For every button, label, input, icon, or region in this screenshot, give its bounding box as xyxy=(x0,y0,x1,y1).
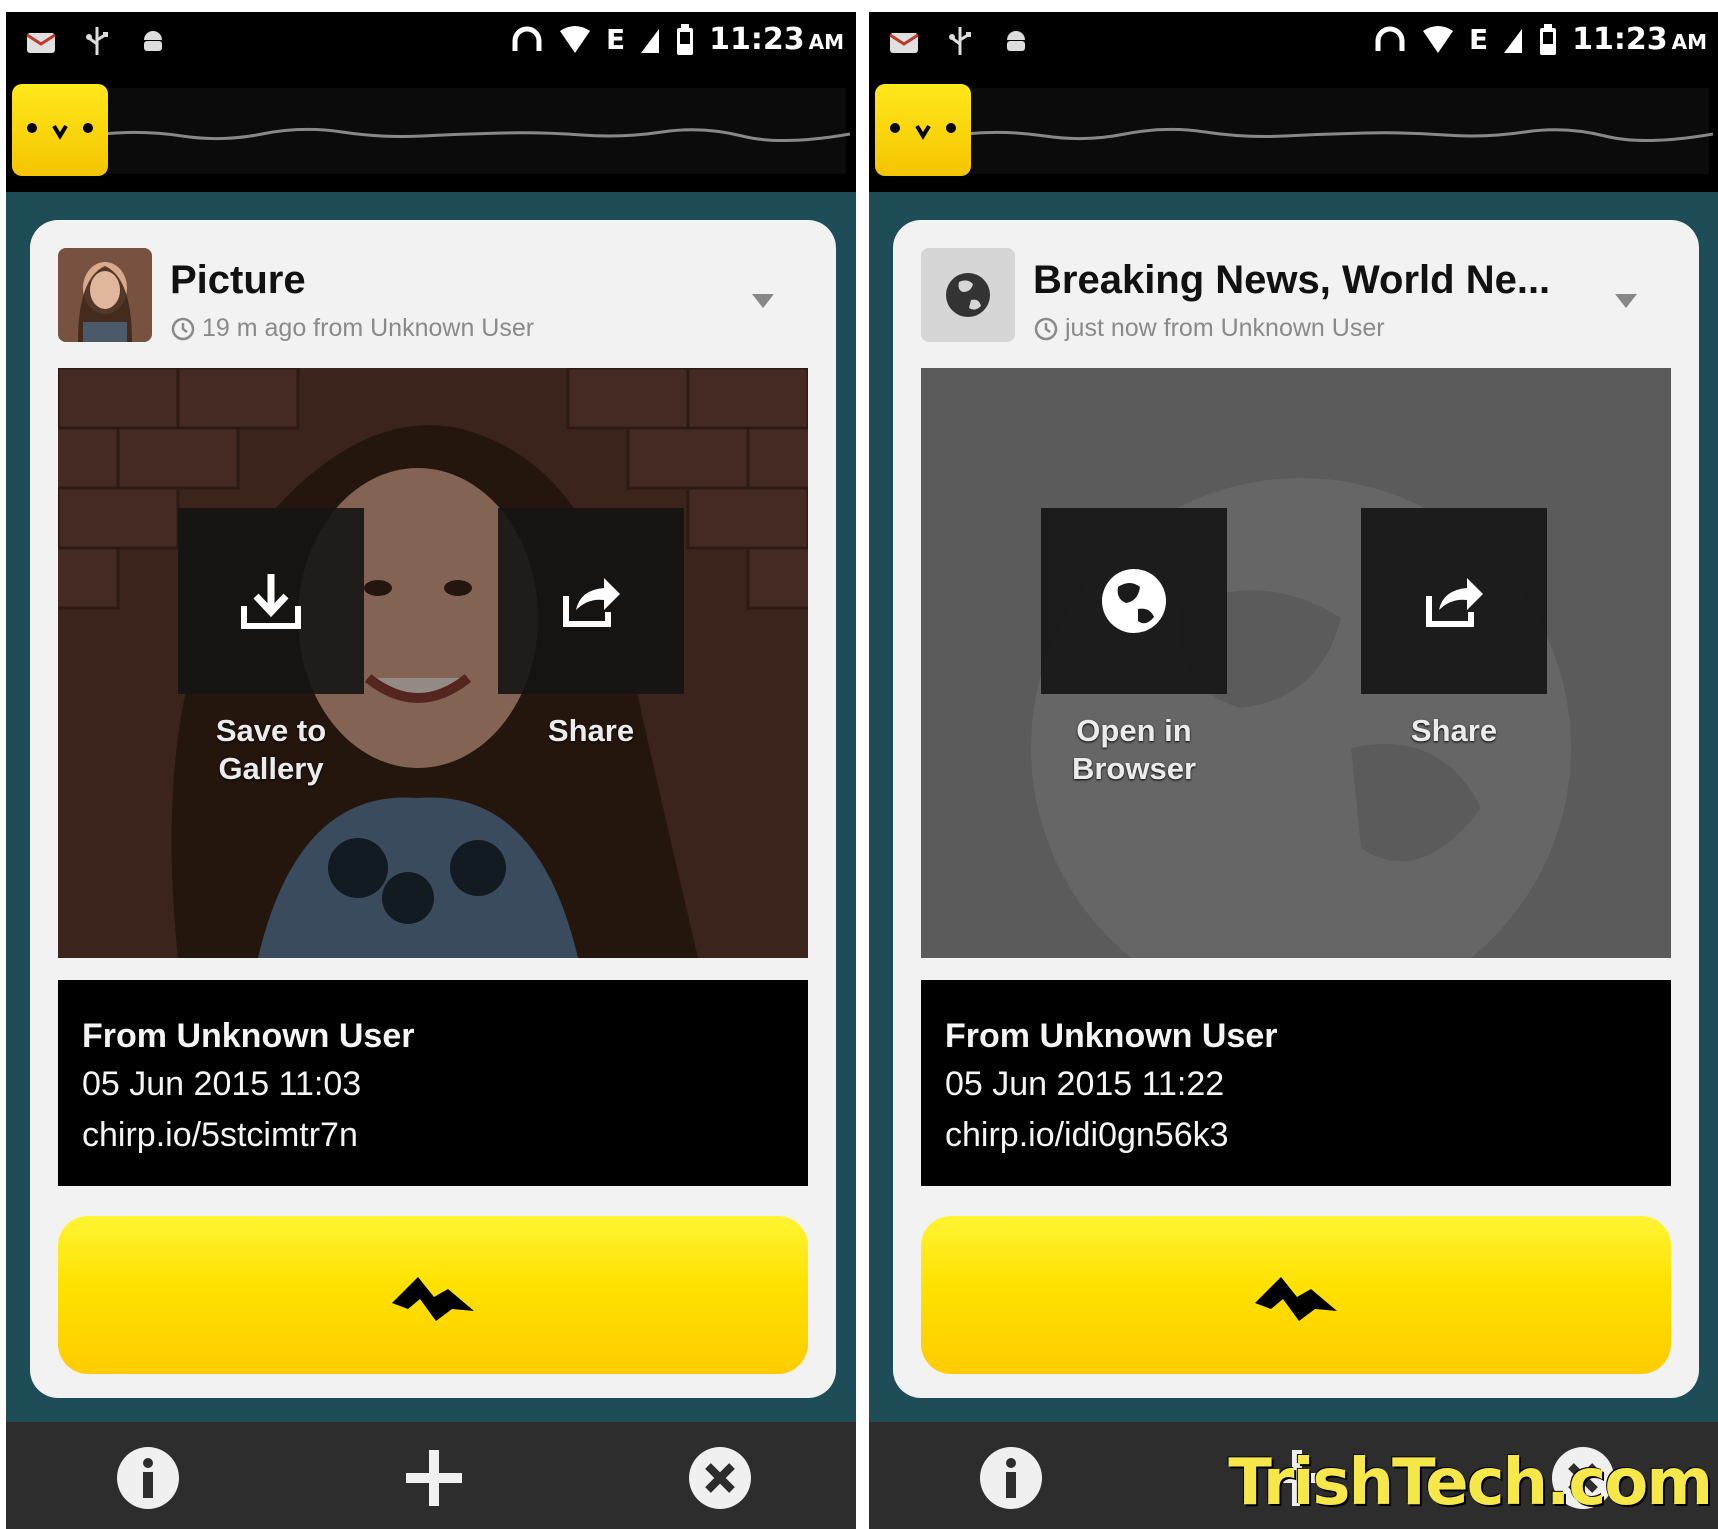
picture-preview: Save to Gallery Share xyxy=(58,368,808,958)
chirp-listening-bar xyxy=(869,74,1718,192)
share-icon xyxy=(1426,578,1483,627)
chirp-send-button[interactable] xyxy=(921,1216,1671,1374)
add-icon[interactable] xyxy=(400,1444,468,1512)
wifi-icon xyxy=(1422,25,1453,53)
android-debug-icon xyxy=(144,31,162,51)
clock-icon xyxy=(1034,317,1058,340)
sender-label: From Unknown User xyxy=(82,1017,415,1055)
battery-icon xyxy=(677,23,694,55)
clock: 11:23 AM xyxy=(1572,22,1707,57)
chirp-bird-logo[interactable] xyxy=(875,84,971,176)
clock: 11:23 AM xyxy=(709,22,844,57)
chirp-info: From Unknown User 05 Jun 2015 11:22 chir… xyxy=(921,980,1671,1186)
sender-label: From Unknown User xyxy=(945,1017,1278,1055)
close-icon[interactable] xyxy=(686,1444,754,1512)
share-icon xyxy=(563,578,620,627)
battery-icon xyxy=(1540,23,1557,55)
timestamp: 05 Jun 2015 11:03 xyxy=(82,1065,362,1103)
status-bar: E 11:23 AM xyxy=(6,12,856,74)
chirp-icon xyxy=(1255,1277,1337,1321)
android-debug-icon xyxy=(1007,31,1025,51)
bottom-toolbar: TrishTech.com xyxy=(869,1422,1718,1529)
card-title: Breaking News, World Ne... xyxy=(1033,258,1551,302)
network-type: E xyxy=(605,23,626,56)
status-bar: E 11:23 AM xyxy=(869,12,1718,74)
audio-waveform xyxy=(965,127,1713,143)
watermark: TrishTech.com xyxy=(1228,1446,1713,1520)
link-preview: Open in Browser Share xyxy=(921,368,1671,958)
globe-background-image xyxy=(921,368,1671,958)
phone-screen-right: E 11:23 AM Breaking News, World Ne... jus… xyxy=(869,12,1718,1529)
clock-icon xyxy=(171,317,195,340)
card-header: Picture 19 m ago from Unknown User xyxy=(58,248,808,348)
share-button[interactable]: Share xyxy=(498,508,684,750)
network-type: E xyxy=(1468,23,1489,56)
open-in-browser-button[interactable]: Open in Browser xyxy=(1041,508,1227,788)
signal-icon xyxy=(1504,28,1523,53)
chirp-card: Picture 19 m ago from Unknown User Save … xyxy=(30,220,836,1398)
card-title: Picture xyxy=(170,258,306,302)
usb-icon xyxy=(949,27,971,55)
headset-icon xyxy=(1375,26,1405,51)
card-meta: 19 m ago from Unknown User xyxy=(170,314,534,343)
avatar xyxy=(58,248,152,342)
phone-screen-left: E 11:23 AM Picture 19 m ago from Unknown … xyxy=(6,12,856,1529)
headset-icon xyxy=(512,26,542,51)
chevron-down-icon[interactable] xyxy=(748,288,778,312)
card-meta: just now from Unknown User xyxy=(1033,314,1385,343)
info-icon[interactable] xyxy=(114,1444,182,1512)
chirp-send-button[interactable] xyxy=(58,1216,808,1374)
globe-icon xyxy=(1102,569,1166,633)
chirp-info: From Unknown User 05 Jun 2015 11:03 chir… xyxy=(58,980,808,1186)
signal-icon xyxy=(641,28,660,53)
chevron-down-icon[interactable] xyxy=(1611,288,1641,312)
usb-icon xyxy=(86,27,108,55)
timestamp: 05 Jun 2015 11:22 xyxy=(945,1065,1225,1103)
chirp-listening-bar xyxy=(6,74,856,192)
chirp-link[interactable]: chirp.io/idi0gn56k3 xyxy=(945,1110,1671,1160)
share-button[interactable]: Share xyxy=(1361,508,1547,750)
info-icon[interactable] xyxy=(977,1444,1045,1512)
audio-waveform xyxy=(102,127,850,143)
chirp-icon xyxy=(392,1277,474,1321)
save-to-gallery-button[interactable]: Save to Gallery xyxy=(178,508,364,788)
chirp-bird-logo[interactable] xyxy=(12,84,108,176)
globe-avatar-icon xyxy=(921,248,1015,342)
download-icon xyxy=(241,574,301,629)
mail-notification-icon xyxy=(26,33,56,53)
wifi-icon xyxy=(559,25,590,53)
avatar xyxy=(921,248,1015,342)
mail-notification-icon xyxy=(889,33,919,53)
chirp-card: Breaking News, World Ne... just now from… xyxy=(893,220,1699,1398)
card-header: Breaking News, World Ne... just now from… xyxy=(921,248,1671,348)
bottom-toolbar xyxy=(6,1422,856,1529)
chirp-link[interactable]: chirp.io/5stcimtr7n xyxy=(82,1110,808,1160)
